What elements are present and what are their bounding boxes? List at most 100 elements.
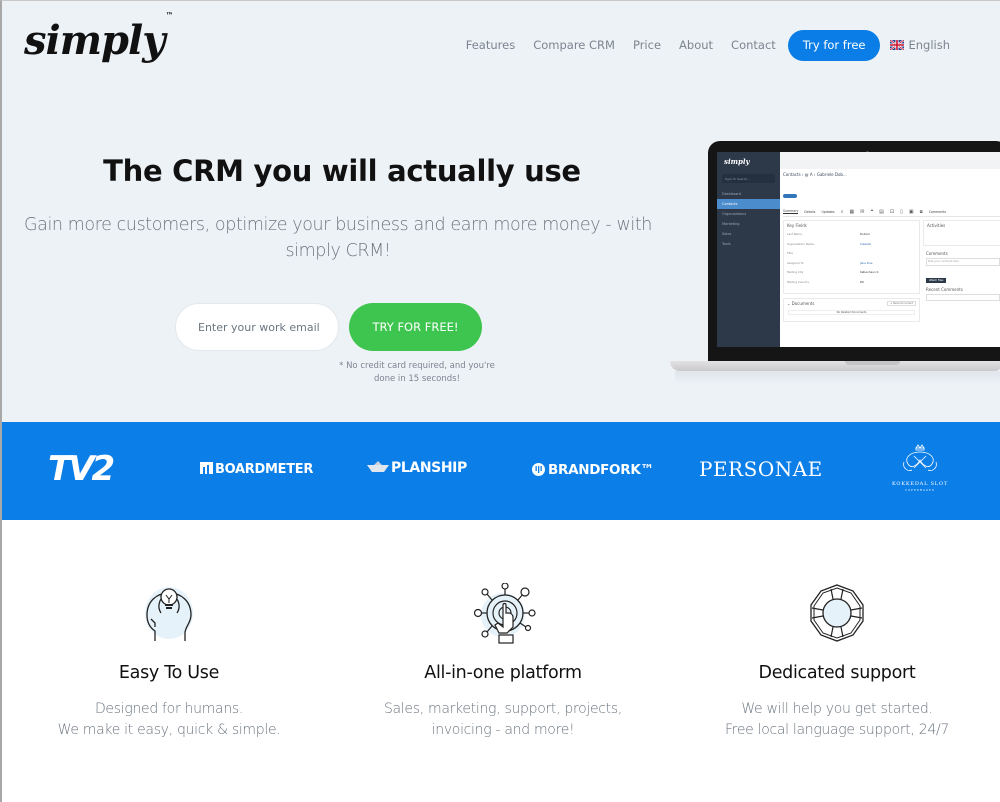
tv2-logo: TV2 <box>48 449 115 489</box>
boardmeter-text: BOARDMETER <box>215 462 314 477</box>
mockup-tab: Comments <box>928 209 947 214</box>
hero-section: simply™ Features Compare CRM Price About… <box>2 1 1000 422</box>
main-nav: Features Compare CRM Price About Contact… <box>466 29 950 61</box>
mockup-comment-input: Post your comment here <box>926 258 1000 266</box>
mockup-sidebar-item: Sales <box>722 232 732 236</box>
network-touch-icon <box>473 582 536 645</box>
feature-title: All-in-one platform <box>424 663 582 683</box>
nav-contact[interactable]: Contact <box>731 38 776 52</box>
mockup-box-icon: ⧈ <box>919 208 923 215</box>
mockup-search-placeholder: Type To Search... <box>725 177 751 181</box>
mockup-new-document: + New Document <box>887 301 916 306</box>
kokkedal-slot-logo: KOKKEDAL SLOT COPENHAGEN <box>890 444 950 492</box>
mockup-comments-panel: Comments Post your comment here Attach F… <box>923 249 1000 307</box>
mockup-cart-icon: ⊡ <box>889 208 895 215</box>
nav-price[interactable]: Price <box>633 38 661 52</box>
mockup-documents-panel: ⌄ Documents + New Document No Related Doc… <box>783 298 920 322</box>
feature-desc-line: Free local language support, 24/7 <box>724 722 950 738</box>
feature-desc-line: invoicing - and more! <box>431 722 575 738</box>
mockup-field-row: Title <box>787 251 793 255</box>
mockup-recent-comments-box <box>926 294 1000 301</box>
personae-logo: PERSONAE <box>699 457 823 481</box>
feature-desc-line: Sales, marketing, support, projects, <box>383 701 623 717</box>
mockup-sidebar-item: Marketing <box>722 222 740 226</box>
feature-description: We will help you get started. Free local… <box>672 699 1000 741</box>
lightbulb-head-icon <box>139 583 199 645</box>
planship-logo: PLANSHIP <box>367 460 467 476</box>
boardmeter-logo: BOARDMETER <box>200 462 313 477</box>
kokkedal-crest-icon <box>903 444 937 471</box>
customer-logos-band: TV2 BOARDMETER PLANSHIP BRANDFORK™ PERSO… <box>2 422 1000 520</box>
nav-about[interactable]: About <box>679 38 713 52</box>
laptop-screen: simply Type To Search... Dashboard Conta… <box>717 152 1000 347</box>
mockup-field-row: Mailing Country DK <box>787 279 864 284</box>
laptop-notch <box>845 361 900 365</box>
brandfork-fork-icon <box>532 463 545 476</box>
boardmeter-bars-icon <box>200 462 213 474</box>
hero-title: The CRM you will actually use <box>103 154 581 188</box>
nav-features[interactable]: Features <box>466 38 515 52</box>
mockup-logo: simply <box>724 157 750 166</box>
work-email-input[interactable] <box>175 303 339 351</box>
feature-title: Easy To Use <box>118 663 220 683</box>
mockup-topbar <box>780 152 1000 169</box>
feature-desc-line: Designed for humans. <box>94 701 244 717</box>
logo-text: simply <box>24 17 165 64</box>
uk-flag-icon <box>890 40 905 50</box>
kokkedal-name: KOKKEDAL SLOT <box>892 481 948 487</box>
simply-logo[interactable]: simply™ <box>24 11 173 64</box>
mockup-comments-title: Comments <box>926 251 948 256</box>
laptop-base <box>670 361 1000 371</box>
mockup-search-icon: ⌕ <box>840 208 844 215</box>
logo-tm: ™ <box>165 10 173 20</box>
feature-easy-to-use: Easy To Use Designed for humans. We make… <box>4 583 334 741</box>
brandfork-logo: BRANDFORK™ <box>532 462 654 478</box>
mockup-doc-icon: ▤ <box>879 208 884 215</box>
mockup-tab: Summary <box>783 209 799 214</box>
language-selector[interactable]: English <box>890 38 950 52</box>
mockup-key-fields-title: Key Fields <box>787 223 807 228</box>
mockup-file-icon: ▯ <box>900 208 903 215</box>
mockup-activities-title: Activities <box>927 223 946 228</box>
hero-subtitle: Gain more customers, optimize your busin… <box>23 215 652 261</box>
feature-desc-line: We will help you get started. <box>741 701 933 717</box>
mockup-recent-comments-title: Recent Comments <box>926 287 963 292</box>
language-label: English <box>908 38 950 52</box>
mockup-mail-icon: ✉ <box>860 208 865 215</box>
laptop-shadow <box>675 371 1000 385</box>
mockup-no-documents: No Related Documents <box>788 310 915 315</box>
feature-description: Designed for humans. We make it easy, qu… <box>4 699 334 741</box>
mockup-sidebar: simply Type To Search... Dashboard Conta… <box>717 152 780 347</box>
mockup-field-row: Organization Name Calexob <box>787 241 872 246</box>
mockup-activities-panel: Activities <box>923 220 1000 246</box>
mockup-field-row: Last Name Dobom <box>787 232 871 236</box>
feature-desc-line: We make it easy, quick & simple. <box>57 722 281 738</box>
no-credit-card-note: * No credit card required, and you're do… <box>339 361 495 384</box>
paper-boat-icon <box>367 461 389 472</box>
mockup-add-tag <box>783 194 797 198</box>
mockup-sidebar-item: Tools <box>722 242 731 246</box>
mockup-sidebar-item: Organizations <box>722 212 747 216</box>
mockup-breadcrumb: Contacts › ▤ A › Gabriele Dob... <box>783 172 847 177</box>
feature-description: Sales, marketing, support, projects, inv… <box>338 699 668 741</box>
mockup-field-row: Assigned To Jane Doe <box>787 260 873 265</box>
nav-compare-crm[interactable]: Compare CRM <box>533 38 615 52</box>
mockup-documents-title: ⌄ Documents + New Document <box>784 299 919 308</box>
mockup-key-fields-panel: Key Fields Last Name Dobom Organization N… <box>783 220 920 294</box>
brandfork-text: BRANDFORK™ <box>548 462 654 478</box>
feature-dedicated-support: Dedicated support We will help you get s… <box>672 583 1000 741</box>
try-for-free-button[interactable]: Try for free <box>787 29 881 61</box>
crm-laptop-mockup: simply Type To Search... Dashboard Conta… <box>670 139 1000 389</box>
mockup-quote-icon: ❝ <box>870 208 874 215</box>
mockup-field-row: Mailing City København K <box>787 270 879 274</box>
mockup-sidebar-item: Dashboard <box>722 192 741 196</box>
mockup-tabs: Summary Details Updates ⌕ ▦ ✉ ❝ ▤ ⊡ ▯ ▣ … <box>783 207 1000 217</box>
mockup-card-icon: ▣ <box>908 208 914 215</box>
mockup-tab: Updates <box>821 209 835 214</box>
planship-text: PLANSHIP <box>391 460 467 476</box>
feature-title: Dedicated support <box>758 663 916 683</box>
try-for-free-cta-button[interactable]: TRY FOR FREE! <box>349 303 482 351</box>
mockup-attach-files: Attach Files <box>926 278 947 283</box>
mockup-tab: Details <box>804 209 816 214</box>
feature-all-in-one: All-in-one platform Sales, marketing, su… <box>338 582 668 741</box>
